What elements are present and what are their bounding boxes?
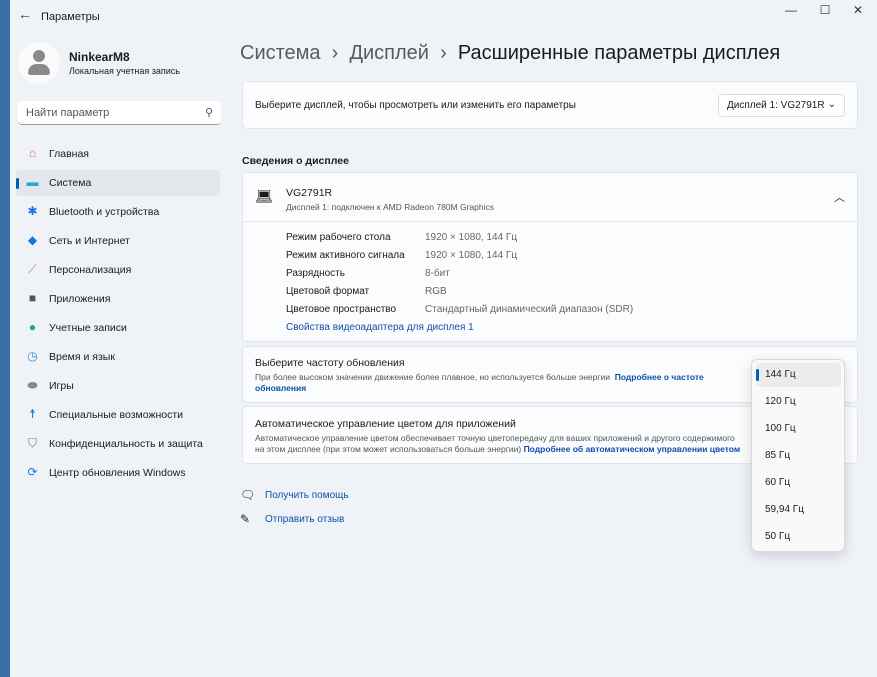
display-name: VG2791R [286,187,333,199]
sidebar-item-label: Центр обновления Windows [49,467,186,479]
refresh-desc: При более высоком значении движение боле… [255,372,610,382]
chevron-down-icon: ⌄ [827,99,836,110]
window-title: Параметры [41,11,100,23]
info-value: 8-бит [425,268,450,279]
refresh-option[interactable]: 50 Гц [756,525,841,549]
info-value: Стандартный динамический диапазон (SDR) [425,304,634,315]
time-language-icon: ◷ [27,349,38,363]
acm-desc-wrap: Автоматическое управление цветом обеспеч… [255,433,755,455]
sidebar-item-label: Конфиденциальность и защита [49,438,203,450]
monitor-icon: 💻︎ [255,188,273,204]
sidebar-item-label: Система [49,177,92,189]
back-arrow-icon[interactable]: ← [18,6,32,22]
refresh-link-cont[interactable]: обновления [255,383,306,393]
display-select[interactable]: Дисплей 1: VG2791R ⌄ [718,94,845,117]
settings-window: ← Параметры — ☐ ✕ NinkearM8 Локальная уч… [10,0,877,677]
search-input[interactable]: Найти параметр ⚲ [18,101,221,125]
account-type: Локальная учетная запись [69,66,180,76]
sidebar-item-label: Приложения [49,293,111,305]
accounts-icon: ● [28,320,37,334]
section-heading: Сведения о дисплее [242,155,349,167]
info-value: RGB [425,286,447,297]
page-title: Расширенные параметры дисплея [457,42,781,64]
sidebar-item-label: Bluetooth и устройства [49,206,160,218]
sidebar-item-11[interactable]: ⟳ Центр обновления Windows [16,460,220,486]
sidebar-item-0[interactable]: ⌂ Главная [16,141,220,167]
brush-icon: ⟋ [28,262,37,276]
system-icon: ▬ [26,175,39,189]
help-icon: 🗨︎ [240,488,256,502]
breadcrumb-system[interactable]: Система [240,42,321,64]
adapter-properties-link[interactable]: Свойства видеоадаптера для дисплея 1 [286,322,474,333]
sidebar-item-label: Главная [49,148,89,160]
refresh-rate-dropdown[interactable]: 144 Гц 120 Гц 100 Гц 85 Гц 60 Гц 59,94 Гц 50 Г… [751,359,845,552]
shield-icon: ⛉ [27,436,37,450]
minimize-button[interactable]: — [776,3,806,17]
sidebar-item-1[interactable]: ▬ Система [16,170,220,196]
acm-desc: Автоматическое управление цветом обеспеч… [255,433,735,443]
display-info-header[interactable]: 💻︎ VG2791R Дисплей 1: подключен к AMD Ra… [243,173,857,222]
display-info-card: 💻︎ VG2791R Дисплей 1: подключен к AMD Ra… [242,172,858,342]
acm-title: Автоматическое управление цветом для при… [255,418,516,430]
sidebar-item-label: Специальные возможности [49,409,184,421]
refresh-link[interactable]: Подробнее о частоте [615,372,704,382]
accessibility-icon: ☨ [29,407,36,421]
close-button[interactable]: ✕ [843,3,873,17]
bluetooth-icon: ✱ [27,204,38,218]
select-display-label: Выберите дисплей, чтобы просмотреть или … [255,100,576,111]
info-label: Разрядность [286,268,345,279]
sidebar-item-label: Время и язык [49,351,115,363]
breadcrumb-display[interactable]: Дисплей [349,42,429,64]
user-name: NinkearM8 [69,50,130,64]
search-icon: ⚲ [204,107,213,119]
home-icon: ⌂ [28,146,37,160]
refresh-option[interactable]: 85 Гц [756,444,841,468]
info-label: Цветовое пространство [286,304,397,315]
refresh-option[interactable]: 59,94 Гц [756,498,841,522]
info-value: 1920 × 1080, 144 Гц [425,250,518,261]
sidebar-item-label: Учетные записи [49,322,127,334]
refresh-desc-wrap: При более высоком значении движение боле… [255,372,735,394]
sidebar-item-4[interactable]: ⟋ Персонализация [16,257,220,283]
sidebar-item-label: Персонализация [49,264,132,276]
acm-desc-2: на этом дисплее (при этом может использо… [255,444,522,454]
info-value: 1920 × 1080, 144 Гц [425,232,518,243]
feedback-icon: ✎ [240,512,251,526]
sidebar-item-3[interactable]: ◆ Сеть и Интернет [16,228,220,254]
sidebar-item-8[interactable]: ⬬ Игры [16,373,220,399]
info-label: Режим рабочего стола [286,232,391,243]
feedback-link[interactable]: Отправить отзыв [265,514,344,525]
refresh-option[interactable]: 144 Гц [756,363,841,387]
acm-link[interactable]: Подробнее об автоматическом управлении ц… [524,444,741,454]
chevron-up-icon[interactable]: ︿ [834,189,845,205]
info-label: Режим активного сигнала [286,250,405,261]
display-select-value: Дисплей 1: VG2791R [727,100,825,111]
display-subtitle: Дисплей 1: подключен к AMD Radeon 780M G… [286,202,494,212]
wifi-icon: ◆ [27,233,38,247]
refresh-option[interactable]: 100 Гц [756,417,841,441]
update-icon: ⟳ [27,465,38,479]
search-placeholder: Найти параметр [26,107,110,119]
avatar[interactable] [18,42,60,84]
maximize-button[interactable]: ☐ [810,3,840,17]
breadcrumb: Система › Дисплей › Расширенные параметр… [240,42,781,64]
refresh-title: Выберите частоту обновления [255,357,405,369]
sidebar-item-label: Игры [49,380,74,392]
refresh-option[interactable]: 120 Гц [756,390,841,414]
info-label: Цветовой формат [286,286,370,297]
sidebar-item-6[interactable]: ● Учетные записи [16,315,220,341]
sidebar-item-9[interactable]: ☨ Специальные возможности [16,402,220,428]
apps-icon: ■ [28,291,37,305]
get-help-link[interactable]: Получить помощь [265,490,349,501]
sidebar-item-10[interactable]: ⛉ Конфиденциальность и защита [16,431,220,457]
sidebar-item-2[interactable]: ✱ Bluetooth и устройства [16,199,220,225]
gamepad-icon: ⬬ [27,378,38,392]
sidebar-item-7[interactable]: ◷ Время и язык [16,344,220,370]
sidebar-item-label: Сеть и Интернет [49,235,130,247]
sidebar-item-5[interactable]: ■ Приложения [16,286,220,312]
refresh-option[interactable]: 60 Гц [756,471,841,495]
